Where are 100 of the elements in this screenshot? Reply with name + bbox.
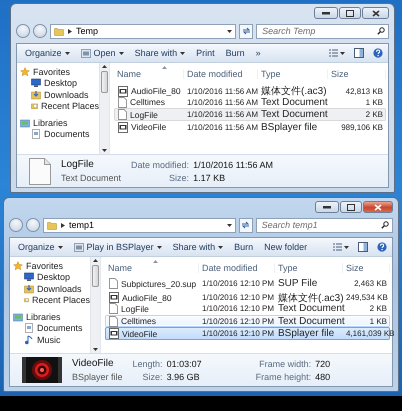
search-icon bbox=[381, 221, 389, 229]
column-header[interactable]: Type bbox=[275, 262, 343, 272]
maximize-button[interactable] bbox=[339, 7, 361, 19]
file-name: VideoFile bbox=[122, 328, 158, 338]
preview-pane-icon[interactable] bbox=[354, 48, 364, 58]
forward-button[interactable] bbox=[26, 218, 40, 232]
toolbar-button[interactable]: Organize bbox=[13, 239, 68, 255]
toolbar-button[interactable]: New folder bbox=[259, 239, 312, 255]
sidebar-item[interactable]: Documents bbox=[20, 128, 99, 140]
column-header[interactable]: Size bbox=[328, 68, 386, 78]
date-cell-text: 1/10/2016 12:10 PM bbox=[201, 279, 276, 288]
scroll-down-arrow-icon[interactable] bbox=[93, 348, 98, 351]
minimize-icon bbox=[322, 12, 330, 14]
file-row[interactable]: Celltimes 1/10/2016 11:56 AM Text Document 1 KB bbox=[114, 96, 386, 108]
sidebar-item[interactable]: Downloads bbox=[20, 89, 99, 100]
close-icon bbox=[372, 10, 380, 16]
sidebar-item[interactable]: Desktop bbox=[13, 272, 90, 283]
toolbar-button[interactable]: Print bbox=[191, 45, 220, 61]
scroll-thumb[interactable] bbox=[92, 265, 99, 287]
scrollbar[interactable] bbox=[90, 257, 100, 353]
sidebar-item[interactable]: Music bbox=[13, 334, 90, 346]
music-note-icon bbox=[24, 334, 34, 345]
file-row[interactable]: Subpictures_20.sup 1/10/2016 12:10 PM SUP File 2,463 KB bbox=[105, 277, 390, 290]
app-icon bbox=[80, 48, 91, 58]
folder-icon bbox=[31, 101, 38, 112]
toolbar-button[interactable]: » bbox=[250, 45, 266, 61]
toolbar-button[interactable]: Share with bbox=[130, 45, 190, 61]
search-field[interactable]: Search Temp bbox=[256, 24, 389, 38]
sidebar-item[interactable]: Documents bbox=[13, 322, 90, 334]
folder-icon bbox=[54, 26, 64, 36]
toolbar-button[interactable]: Burn bbox=[220, 45, 250, 61]
size-cell-text: 42,813 KB bbox=[344, 86, 384, 96]
preview-pane-icon[interactable] bbox=[358, 242, 368, 252]
detail-label: Frame height: bbox=[254, 372, 312, 382]
file-name: VideoFile bbox=[72, 358, 115, 369]
sidebar-item[interactable]: Recent Places bbox=[13, 294, 90, 306]
close-button[interactable] bbox=[362, 7, 389, 19]
scroll-up-arrow-icon[interactable] bbox=[102, 65, 107, 68]
toolbar-button[interactable]: Share with bbox=[168, 239, 228, 255]
detail-label: Size: bbox=[168, 172, 190, 182]
toolbar-button[interactable]: Open bbox=[76, 45, 129, 61]
document-icon bbox=[118, 96, 127, 108]
file-row[interactable]: LogFile 1/10/2016 11:56 AM Text Document 2 KB bbox=[114, 108, 386, 120]
media-file-icon bbox=[118, 122, 128, 132]
scrollbar[interactable] bbox=[99, 63, 109, 154]
sidebar-group[interactable]: Favorites bbox=[13, 260, 90, 272]
search-field[interactable]: Search temp1 bbox=[256, 218, 393, 232]
detail-value: 720 bbox=[315, 358, 330, 368]
file-type: BSplayer file bbox=[72, 372, 123, 382]
sidebar-item[interactable]: Recent Places bbox=[20, 100, 99, 112]
file-name: LogFile bbox=[61, 159, 95, 170]
toolbar-button[interactable]: Play in BSPlayer bbox=[68, 239, 167, 255]
minimize-button[interactable] bbox=[315, 201, 339, 213]
file-row[interactable]: AudioFile_80 1/10/2016 12:10 PM 媒体文件(.ac3) 249,534 KB bbox=[105, 290, 390, 302]
detail-value: 480 bbox=[315, 372, 330, 382]
file-row[interactable]: VideoFile 1/10/2016 11:56 AM BSplayer file 989,106 KB bbox=[114, 120, 386, 133]
column-header[interactable]: Type bbox=[258, 68, 328, 78]
help-icon[interactable] bbox=[373, 48, 383, 58]
address-bar[interactable]: temp1 bbox=[43, 218, 236, 232]
column-header[interactable]: Date modified bbox=[184, 68, 258, 78]
refresh-button[interactable] bbox=[239, 24, 254, 38]
scroll-down-arrow-icon[interactable] bbox=[102, 149, 107, 152]
column-header[interactable]: Date modified bbox=[199, 262, 275, 272]
type-cell-text: Text Document bbox=[260, 96, 329, 108]
dropdown-caret-icon bbox=[218, 246, 224, 248]
sidebar-group[interactable]: Libraries bbox=[13, 311, 90, 322]
view-options-icon[interactable] bbox=[333, 243, 349, 251]
scroll-thumb[interactable] bbox=[101, 71, 108, 93]
toolbar-button[interactable]: Burn bbox=[229, 239, 258, 255]
sidebar-item[interactable]: Desktop bbox=[20, 78, 99, 89]
file-row[interactable]: LogFile 1/10/2016 12:10 PM Text Document 2 KB bbox=[105, 302, 390, 314]
file-row[interactable]: Celltimes 1/10/2016 12:10 PM Text Document 1 KB bbox=[105, 314, 390, 327]
back-button[interactable] bbox=[16, 24, 30, 38]
file-name: Celltimes bbox=[121, 316, 156, 326]
date-cell-text: 1/10/2016 11:56 AM bbox=[186, 110, 259, 119]
media-file-icon bbox=[118, 86, 128, 96]
back-button[interactable] bbox=[9, 218, 23, 232]
type-cell-text: 媒体文件(.ac3) bbox=[260, 84, 328, 98]
forward-button[interactable] bbox=[33, 24, 47, 38]
file-row[interactable]: AudioFile_80 1/10/2016 11:56 AM 媒体文件(.ac3) 42,813 KB bbox=[114, 83, 386, 96]
file-type: Text Document bbox=[61, 173, 122, 183]
refresh-button[interactable] bbox=[238, 218, 253, 232]
file-name: LogFile bbox=[130, 110, 158, 120]
file-name: AudioFile_80 bbox=[131, 86, 181, 96]
column-header[interactable]: Size bbox=[343, 262, 390, 272]
sidebar-item[interactable]: Downloads bbox=[13, 283, 90, 294]
detail-label: Length: bbox=[132, 358, 163, 368]
minimize-icon bbox=[323, 206, 331, 208]
toolbar-button[interactable]: Organize bbox=[20, 45, 75, 61]
document-icon bbox=[31, 129, 41, 140]
maximize-button[interactable] bbox=[340, 201, 362, 213]
sidebar-group[interactable]: Libraries bbox=[20, 117, 99, 128]
download-folder-icon bbox=[24, 284, 34, 294]
document-icon bbox=[109, 278, 118, 289]
minimize-button[interactable] bbox=[314, 7, 338, 19]
view-options-icon[interactable] bbox=[329, 49, 345, 57]
scroll-up-arrow-icon[interactable] bbox=[93, 259, 98, 262]
sidebar-group[interactable]: Favorites bbox=[20, 66, 99, 78]
help-icon[interactable] bbox=[377, 242, 387, 252]
address-bar[interactable]: Temp bbox=[50, 24, 236, 38]
